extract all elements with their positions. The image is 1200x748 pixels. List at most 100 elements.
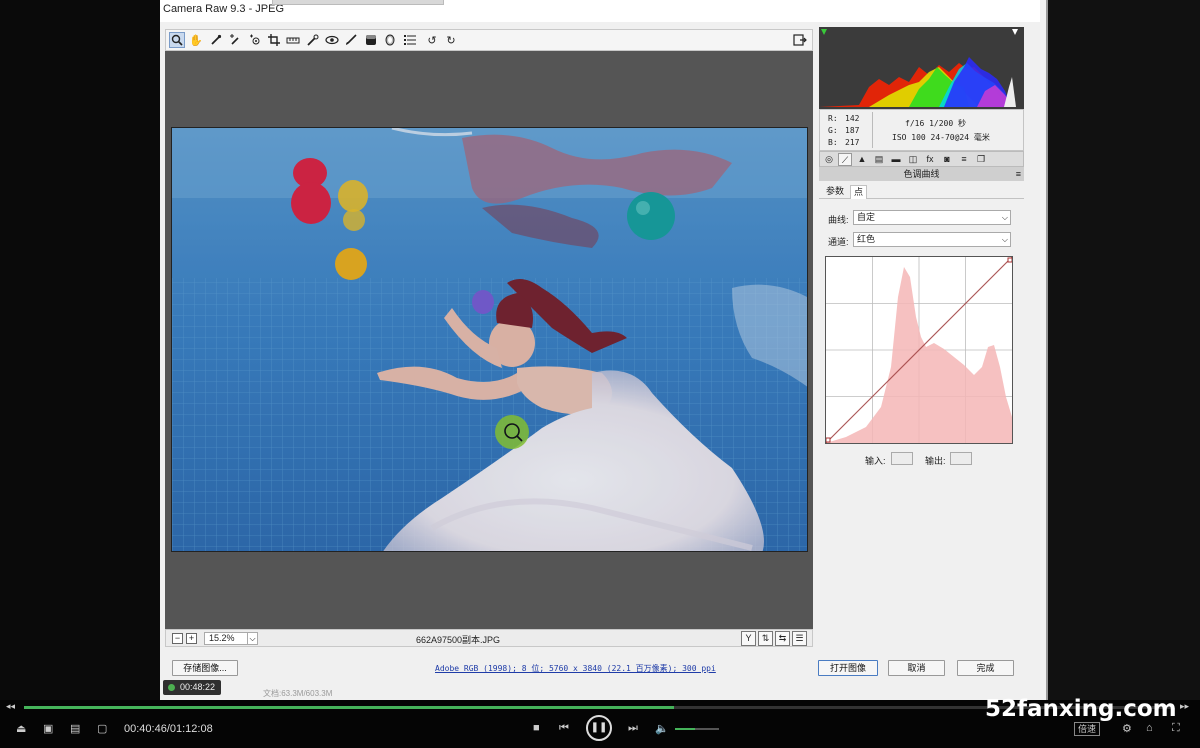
title-bar: Camera Raw 9.3 - JPEG <box>160 0 1040 22</box>
photoshop-right-panel <box>1040 0 1200 700</box>
channel-select[interactable]: 红色 ⌵ <box>853 232 1011 247</box>
chevron-down-icon: ⌵ <box>1001 235 1008 244</box>
rotate-left-icon[interactable]: ↺ <box>424 32 440 48</box>
forward-icon[interactable]: ▸▸ <box>1180 701 1189 712</box>
watermark: 52fanxing.com <box>985 696 1177 722</box>
panel-menu-icon[interactable]: ≡ <box>1016 167 1021 181</box>
adjustment-brush-icon[interactable] <box>343 32 359 48</box>
pixel-info-panel: R: 142 G: 187 B: 217 f/16 1/200 秒 ISO 10… <box>819 109 1024 151</box>
volume-icon[interactable]: 🔈 <box>655 722 669 735</box>
r-label: R: <box>828 114 838 123</box>
danmaku-icon[interactable]: ▤ <box>70 722 80 735</box>
input-field[interactable] <box>891 452 913 465</box>
output-field[interactable] <box>950 452 972 465</box>
previous-icon[interactable]: ⏮ <box>559 722 569 735</box>
tone-curve-tab-icon[interactable]: ⟋ <box>838 153 852 166</box>
preview-canvas[interactable] <box>165 51 813 629</box>
document-size: 文档:63.3M/603.3M <box>263 689 333 698</box>
aperture-shutter: f/16 1/200 秒 <box>905 119 966 128</box>
detail-tab-icon[interactable]: ▲ <box>855 153 869 166</box>
b-label: B: <box>828 138 838 147</box>
open-image-button[interactable]: 打开图像 <box>818 660 878 676</box>
save-image-button[interactable]: 存储图像... <box>172 660 238 676</box>
crop-icon[interactable] <box>266 32 282 48</box>
settings-icon[interactable]: ⚙ <box>1122 722 1132 735</box>
preferences-icon[interactable] <box>402 32 418 48</box>
volume-fill <box>675 728 695 730</box>
scrollbar[interactable] <box>1046 0 1048 700</box>
status-bar: − + 15.2% ⌵ 662A97500副本.JPG Y ⇅ ⇆ ☰ <box>165 629 813 647</box>
curve-label: 曲线: <box>828 215 849 225</box>
done-button[interactable]: 完成 <box>957 660 1014 676</box>
stop-icon[interactable]: ■ <box>533 722 540 734</box>
curve-select-value: 自定 <box>857 212 876 222</box>
camera-calibration-tab-icon[interactable]: ◙ <box>940 153 954 166</box>
presets-tab-icon[interactable]: ≡ <box>957 153 971 166</box>
info-divider <box>872 112 873 148</box>
file-name: 662A97500副本.JPG <box>416 635 501 645</box>
graduated-filter-icon[interactable] <box>363 32 379 48</box>
zoom-level-field[interactable]: 15.2% <box>204 632 248 645</box>
color-sampler-icon[interactable] <box>227 32 243 48</box>
red-eye-icon[interactable] <box>324 32 340 48</box>
basic-tab-icon[interactable]: ◎ <box>822 153 836 166</box>
cancel-button[interactable]: 取消 <box>888 660 945 676</box>
panel-title-text: 色调曲线 <box>903 169 940 179</box>
eyedropper-icon[interactable] <box>208 32 224 48</box>
r-value: 142 <box>845 114 860 123</box>
iso-lens: ISO 100 24-70@24 毫米 <box>892 133 990 142</box>
g-label: G: <box>828 126 838 135</box>
split-toning-tab-icon[interactable]: ▬ <box>889 153 903 166</box>
toggle-settings-icon[interactable]: ☰ <box>792 631 807 646</box>
chevron-down-icon: ⌵ <box>1001 213 1008 222</box>
pause-button[interactable]: ❚❚ <box>586 715 612 741</box>
progress-fill <box>24 706 674 709</box>
speed-button[interactable]: 倍速 <box>1074 722 1101 736</box>
zoom-in-button[interactable]: + <box>186 633 197 644</box>
eject-icon[interactable]: ⏏ <box>16 722 26 735</box>
before-after-y-icon[interactable]: Y <box>741 631 756 646</box>
tab-point[interactable]: 点 <box>850 185 868 199</box>
copy-settings-icon[interactable]: ⇆ <box>775 631 790 646</box>
effects-tab-icon[interactable]: fx <box>923 153 937 166</box>
curve-select[interactable]: 自定 ⌵ <box>853 210 1011 225</box>
tone-curve-editor[interactable] <box>825 256 1013 444</box>
input-label: 输入: <box>865 456 886 466</box>
zoom-out-button[interactable]: − <box>172 633 183 644</box>
lens-tab-icon[interactable]: ◫ <box>906 153 920 166</box>
window-tab-strip <box>272 0 444 5</box>
curve-subtabs: 参数 点 <box>819 185 1024 199</box>
hsl-tab-icon[interactable]: ▤ <box>872 153 886 166</box>
g-value: 187 <box>845 126 860 135</box>
recording-timer: 00:48:22 <box>163 680 221 695</box>
playback-time: 00:40:46/01:12:08 <box>124 723 213 735</box>
tool-bar: ✋ ↺ ↻ <box>165 29 813 51</box>
cast-icon[interactable]: ⌂ <box>1146 722 1153 734</box>
channel-label: 通道: <box>828 237 849 247</box>
panel-title: 色调曲线 ≡ <box>819 167 1024 181</box>
comment-icon[interactable]: ▢ <box>97 722 107 735</box>
workflow-options-link[interactable]: Adobe RGB (1998); 8 位; 5760 x 3840 (22.1… <box>435 663 716 674</box>
output-label: 输出: <box>925 456 946 466</box>
channel-select-value: 红色 <box>857 234 876 244</box>
swap-settings-icon[interactable]: ⇅ <box>758 631 773 646</box>
fullscreen-icon[interactable] <box>792 32 808 48</box>
volume-slider[interactable] <box>675 728 719 730</box>
zoom-dropdown-arrow[interactable]: ⌵ <box>247 632 258 645</box>
straighten-icon[interactable] <box>285 32 301 48</box>
photo-preview[interactable] <box>171 127 808 552</box>
b-value: 217 <box>845 138 860 147</box>
snapshots-tab-icon[interactable]: ❐ <box>974 153 988 166</box>
target-adjust-icon[interactable] <box>247 32 263 48</box>
zoom-icon[interactable] <box>169 32 185 48</box>
hand-icon[interactable]: ✋ <box>188 32 204 48</box>
tab-parametric[interactable]: 参数 <box>823 185 847 199</box>
radial-filter-icon[interactable] <box>382 32 398 48</box>
curve-point-black <box>825 437 831 443</box>
spot-removal-icon[interactable] <box>305 32 321 48</box>
fullscreen-toggle-icon[interactable]: ⛶ <box>1172 722 1180 735</box>
next-icon[interactable]: ⏭ <box>628 722 638 735</box>
rotate-right-icon[interactable]: ↻ <box>443 32 459 48</box>
rewind-icon[interactable]: ◂◂ <box>6 701 15 712</box>
subtitle-icon[interactable]: ▣ <box>43 722 53 735</box>
